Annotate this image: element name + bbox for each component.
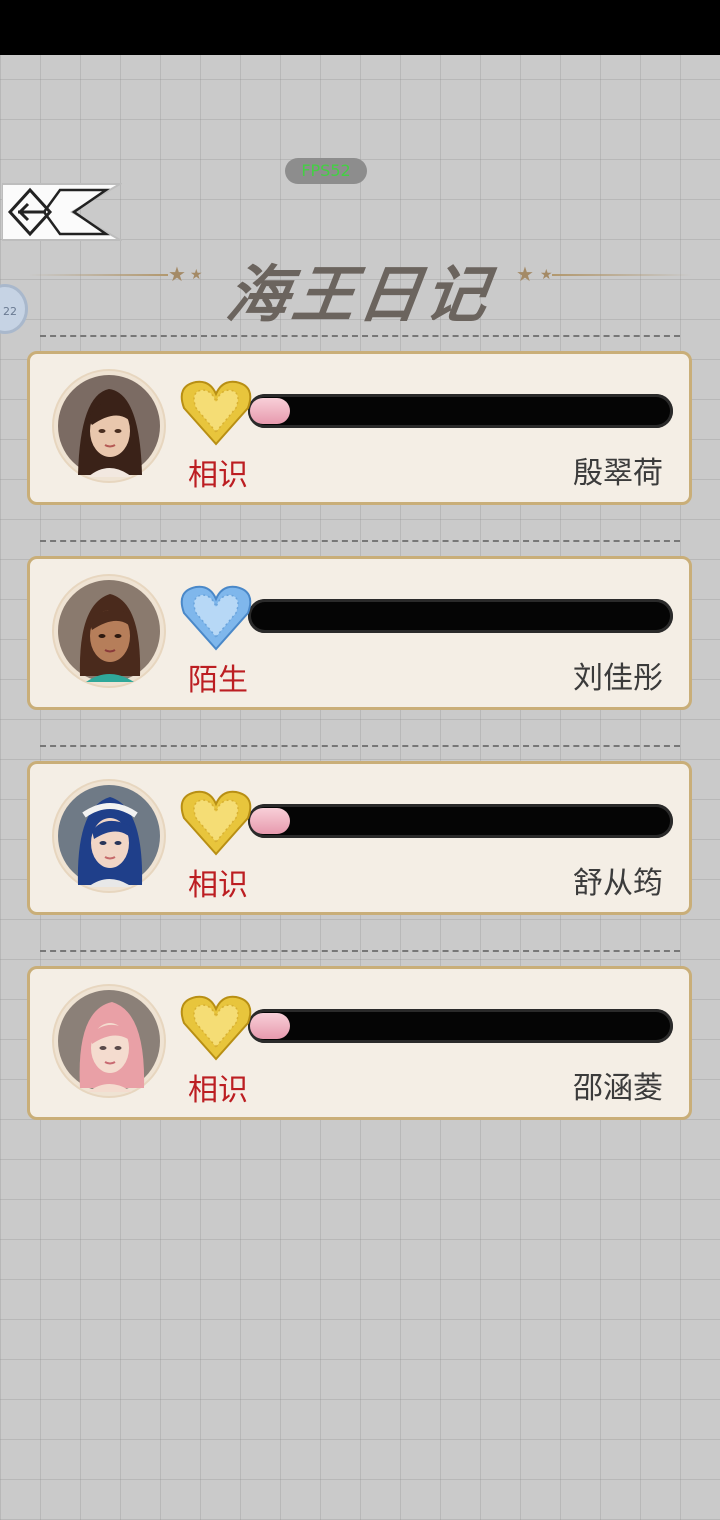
character-portrait-icon	[58, 785, 160, 887]
avatar[interactable]	[54, 371, 164, 481]
title-banner: ★ ★ 海王日记 ★ ★	[0, 240, 720, 331]
character-card[interactable]: 相识 邵涵菱	[27, 966, 692, 1120]
character-portrait-icon	[58, 375, 160, 477]
title-line-right	[552, 274, 692, 276]
divider	[40, 335, 680, 337]
fps-counter: FPS52	[285, 158, 367, 184]
back-arrow-icon	[1, 183, 124, 241]
star-icon: ★	[516, 262, 534, 286]
affinity-bar	[248, 599, 673, 633]
character-name: 邵涵菱	[573, 1071, 663, 1106]
star-icon: ★	[540, 267, 553, 283]
affinity-bar	[248, 804, 673, 838]
character-portrait-icon	[58, 990, 160, 1092]
divider	[40, 745, 680, 747]
back-button[interactable]	[1, 182, 124, 242]
character-card[interactable]: 陌生 刘佳彤	[27, 556, 692, 710]
divider	[40, 540, 680, 542]
avatar[interactable]	[54, 576, 164, 686]
character-name: 殷翠荷	[573, 456, 663, 491]
affinity-bar-fill	[250, 808, 290, 834]
star-icon: ★	[190, 267, 203, 283]
gold-heart-icon	[180, 380, 252, 446]
title-line-left	[28, 274, 168, 276]
character-name: 刘佳彤	[573, 661, 663, 696]
avatar[interactable]	[54, 781, 164, 891]
gold-heart-icon	[180, 995, 252, 1061]
affinity-bar	[248, 1009, 673, 1043]
character-name: 舒从筠	[573, 866, 663, 901]
star-icon: ★	[168, 262, 186, 286]
blue-heart-icon	[180, 585, 252, 651]
avatar[interactable]	[54, 986, 164, 1096]
top-system-bar	[0, 0, 720, 55]
relationship-status: 相识	[188, 868, 248, 903]
gold-heart-icon	[180, 790, 252, 856]
divider	[40, 950, 680, 952]
character-portrait-icon	[58, 580, 160, 682]
affinity-bar	[248, 394, 673, 428]
character-card[interactable]: 相识 殷翠荷	[27, 351, 692, 505]
relationship-status: 相识	[188, 1073, 248, 1108]
relationship-status: 陌生	[188, 663, 248, 698]
affinity-bar-fill	[250, 398, 290, 424]
affinity-bar-fill	[250, 1013, 290, 1039]
character-card[interactable]: 相识 舒从筠	[27, 761, 692, 915]
page-title: 海王日记	[222, 258, 497, 331]
relationship-status: 相识	[188, 458, 248, 493]
